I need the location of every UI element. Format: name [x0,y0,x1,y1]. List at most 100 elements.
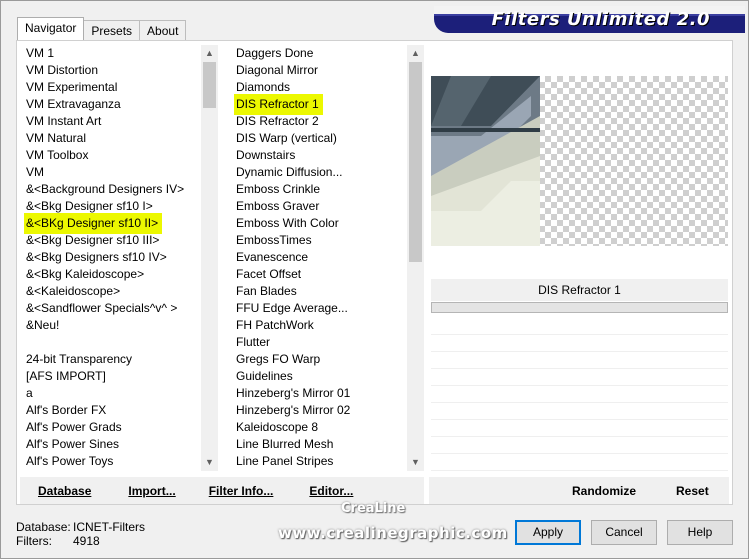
category-item[interactable]: &<Bkg Kaleidoscope> [24,266,200,283]
filter-item-label: DIS Warp (vertical) [236,131,337,145]
category-item[interactable]: Alf's Power Sines [24,436,200,453]
category-item-label: &<BKg Designer sf10 II> [24,215,161,232]
category-item[interactable]: &<Bkg Designers sf10 IV> [24,249,200,266]
category-scrollbar[interactable]: ▲ ▼ [201,45,218,471]
filter-item[interactable]: Emboss Graver [234,198,406,215]
filter-item-label: Emboss Crinkle [236,182,321,196]
filter-item[interactable]: Facet Offset [234,266,406,283]
category-item[interactable]: [AFS IMPORT] [24,368,200,385]
scroll-up-icon[interactable]: ▲ [407,45,424,62]
import-button[interactable]: Import... [128,484,175,498]
filter-item[interactable]: Gregs FO Warp [234,351,406,368]
filter-item-label: Diagonal Mirror [236,63,319,77]
category-item-label: &<Sandflower Specials^v^ > [26,301,178,315]
category-item-label: &<Bkg Kaleidoscope> [26,267,145,281]
filter-item[interactable]: Line Panel Stripes [234,453,406,470]
filter-item[interactable]: DIS Warp (vertical) [234,130,406,147]
filter-item[interactable]: Hinzeberg's Mirror 02 [234,402,406,419]
category-item[interactable]: VM Natural [24,130,200,147]
scroll-down-icon[interactable]: ▼ [407,454,424,471]
category-item[interactable] [24,334,200,351]
help-button[interactable]: Help [667,520,733,545]
category-item[interactable]: VM Toolbox [24,147,200,164]
tab-presets[interactable]: Presets [83,20,141,40]
filter-item[interactable]: Emboss With Color [234,215,406,232]
filter-item[interactable]: FFU Edge Average... [234,300,406,317]
category-item-label: Alf's Power Toys [26,454,114,468]
category-item-label: Alf's Border FX [26,403,107,417]
filter-item[interactable]: Fan Blades [234,283,406,300]
category-item[interactable]: &<Bkg Designer sf10 III> [24,232,200,249]
filter-item[interactable]: Downstairs [234,147,406,164]
filter-item[interactable]: Dynamic Diffusion... [234,164,406,181]
category-item[interactable]: VM [24,164,200,181]
status-filters: Filters: 4918 [16,534,100,548]
filter-item[interactable]: Diagonal Mirror [234,62,406,79]
category-item-label: VM Instant Art [26,114,102,128]
scroll-up-icon[interactable]: ▲ [201,45,218,62]
category-item[interactable]: VM Experimental [24,79,200,96]
category-item[interactable]: &<Bkg Designer sf10 I> [24,198,200,215]
filter-item[interactable]: FH PatchWork [234,317,406,334]
filters-count: 4918 [73,534,100,548]
category-item-label: &<Bkg Designer sf10 I> [26,199,153,213]
category-item[interactable]: &Neu! [24,317,200,334]
filter-item[interactable]: Line Blurred Mesh [234,436,406,453]
preview-toolbar: Randomize Reset [429,477,729,504]
filter-item[interactable]: EmbossTimes [234,232,406,249]
filter-scrollbar[interactable]: ▲ ▼ [407,45,424,471]
category-item[interactable]: VM Distortion [24,62,200,79]
database-label: Database: [16,520,71,534]
category-item[interactable]: 24-bit Transparency [24,351,200,368]
category-item-label: &<Bkg Designer sf10 III> [26,233,160,247]
database-button[interactable]: Database [38,484,91,498]
randomize-button[interactable]: Randomize [572,484,636,498]
category-item[interactable]: VM 1 [24,45,200,62]
scroll-thumb[interactable] [409,62,422,262]
filter-item-label: Diamonds [236,80,291,94]
category-item[interactable]: Alf's Border FX [24,402,200,419]
category-item[interactable]: Alf's Power Toys [24,453,200,470]
filter-item-label: Line Panel Stripes [236,454,334,468]
filter-item[interactable]: Emboss Crinkle [234,181,406,198]
filter-item[interactable]: Kaleidoscope 8 [234,419,406,436]
editor-button[interactable]: Editor... [309,484,353,498]
apply-button[interactable]: Apply [515,520,581,545]
filter-item-label: Facet Offset [236,267,302,281]
filter-item-label: FFU Edge Average... [236,301,348,315]
category-list[interactable]: VM 1 VM Distortion VM Experimental VM Extra… [24,45,200,471]
filter-item[interactable]: Flutter [234,334,406,351]
filter-item-label: Guidelines [236,369,293,383]
filter-item-label: Hinzeberg's Mirror 02 [236,403,351,417]
navigator-toolbar: Database Import... Filter Info... Editor… [20,477,424,504]
category-item[interactable]: a [24,385,200,402]
filter-list[interactable]: Daggers Done Diagonal Mirror Diamonds DIS R… [234,45,406,471]
filter-item[interactable]: Diamonds [234,79,406,96]
category-item[interactable]: VM Instant Art [24,113,200,130]
tab-navigator[interactable]: Navigator [17,17,85,40]
category-item[interactable]: &<Background Designers IV> [24,181,200,198]
category-item[interactable]: &<Kaleidoscope> [24,283,200,300]
category-item-label: VM Distortion [26,63,99,77]
filter-item-label: Daggers Done [236,46,314,60]
category-item-label: Alf's Power Sines [26,437,119,451]
category-item[interactable]: Alf's Power Grads [24,419,200,436]
reset-button[interactable]: Reset [676,484,709,498]
category-item[interactable]: &<BKg Designer sf10 II> [24,215,200,232]
filter-info-button[interactable]: Filter Info... [209,484,274,498]
scroll-thumb[interactable] [203,62,216,108]
filter-item[interactable]: Guidelines [234,368,406,385]
filter-item[interactable]: Evanescence [234,249,406,266]
filter-item[interactable]: Daggers Done [234,45,406,62]
category-item[interactable]: VM Extravaganza [24,96,200,113]
scroll-down-icon[interactable]: ▼ [201,454,218,471]
category-item-label: VM Natural [26,131,87,145]
category-item-label: &<Kaleidoscope> [26,284,121,298]
filter-item[interactable]: DIS Refractor 2 [234,113,406,130]
tab-about[interactable]: About [139,20,187,40]
category-item-label: &<Bkg Designers sf10 IV> [26,250,167,264]
category-item[interactable]: &<Sandflower Specials^v^ > [24,300,200,317]
cancel-button[interactable]: Cancel [591,520,657,545]
filter-item[interactable]: DIS Refractor 1 [234,96,406,113]
filter-item[interactable]: Hinzeberg's Mirror 01 [234,385,406,402]
